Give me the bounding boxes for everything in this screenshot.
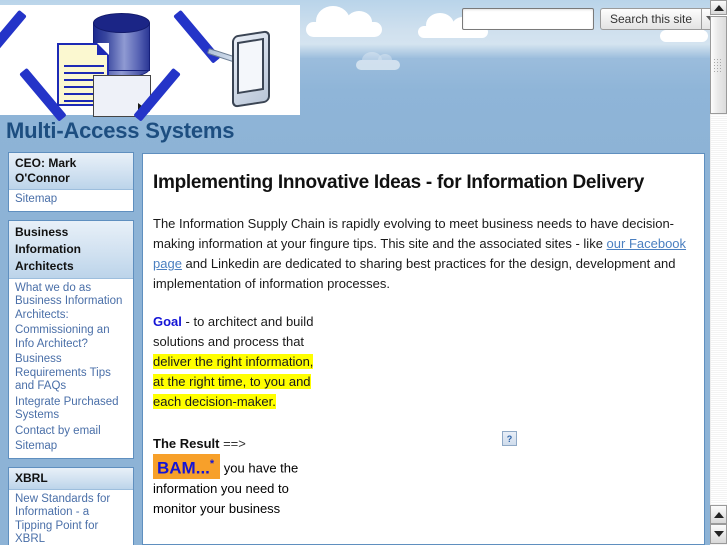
sidebar-item-new-standards[interactable]: New Standards for Information - a Tippin… — [9, 492, 133, 545]
sidebar-group-links: New Standards for Information - a Tippin… — [9, 490, 133, 545]
bam-badge: BAM...* — [153, 454, 221, 479]
left-chevron-icon — [0, 9, 27, 64]
goal-text-highlighted: deliver the right information, at the ri… — [153, 354, 314, 409]
sidebar-group-header: CEO: Mark O'Connor — [9, 153, 133, 190]
database-cylinder-icon — [93, 13, 150, 33]
scroll-up-arrow-icon — [713, 4, 724, 11]
goal-block: Goal - to architect and build solutions … — [153, 312, 315, 412]
sidebar-group-links: What we do as Business Information Archi… — [9, 279, 133, 458]
sidebar-item-commissioning[interactable]: Commissioning an Info Architect? — [9, 323, 133, 352]
intro-text-part2: and Linkedin are dedicated to sharing be… — [153, 256, 676, 291]
cloud-decoration — [660, 19, 708, 42]
scroll-down-arrow-icon — [713, 531, 724, 537]
result-arrow: ==> — [223, 436, 246, 451]
page-title: Implementing Innovative Ideas - for Info… — [153, 172, 645, 193]
search-options-dropdown[interactable] — [701, 8, 710, 30]
logo-artwork — [0, 5, 300, 122]
bam-footnote-marker: * — [209, 458, 215, 470]
sidebar-navigation: CEO: Mark O'Connor Sitemap Business Info… — [8, 152, 134, 545]
sidebar-item-sitemap[interactable]: Sitemap — [9, 439, 133, 455]
site-search: Search this site — [462, 8, 710, 30]
search-input[interactable] — [462, 8, 594, 30]
goal-label: Goal — [153, 314, 182, 329]
bam-text: BAM... — [157, 458, 210, 478]
site-logo[interactable] — [0, 5, 300, 122]
scrollbar-up-button-bottom[interactable] — [710, 505, 727, 524]
site-header-banner: Multi-Access Systems Search this site — [0, 0, 710, 152]
result-label: The Result — [153, 436, 220, 451]
sidebar-group-links: Sitemap — [9, 190, 133, 211]
sidebar-item-business-requirements[interactable]: Business Requirements Tips and FAQs — [9, 352, 133, 395]
sidebar-item-sitemap[interactable]: Sitemap — [9, 192, 133, 208]
sidebar-item-what-we-do[interactable]: What we do as Business Information Archi… — [9, 281, 133, 324]
main-content: Implementing Innovative Ideas - for Info… — [142, 153, 705, 545]
sidebar-group-xbrl: XBRL New Standards for Information - a T… — [8, 466, 134, 545]
search-button[interactable]: Search this site — [600, 8, 702, 30]
site-title: Multi-Access Systems — [6, 118, 235, 143]
sidebar-group-ceo: CEO: Mark O'Connor Sitemap — [8, 152, 134, 212]
content-inner: Implementing Innovative Ideas - for Info… — [143, 154, 704, 519]
sidebar-group-header: XBRL — [9, 467, 133, 490]
sidebar-item-integrate-systems[interactable]: Integrate Purchased Systems — [9, 395, 133, 424]
browser-page: Multi-Access Systems Search this site CE… — [0, 0, 727, 545]
sidebar-group-bia: Business Information Architects What we … — [8, 219, 134, 459]
page-body: CEO: Mark O'Connor Sitemap Business Info… — [0, 152, 710, 545]
tablet-screen-icon — [237, 37, 264, 95]
cloud-decoration — [306, 6, 382, 37]
broken-image-icon[interactable]: ? — [502, 431, 517, 446]
intro-paragraph: The Information Supply Chain is rapidly … — [153, 214, 690, 294]
sidebar-item-contact-email[interactable]: Contact by email — [9, 424, 133, 440]
result-block: The Result ==> BAM...* you have the info… — [153, 434, 328, 519]
intro-text-part1: The Information Supply Chain is rapidly … — [153, 216, 675, 251]
scrollbar-thumb[interactable] — [710, 16, 727, 114]
sidebar-group-header: Business Information Architects — [9, 220, 133, 279]
cloud-decoration — [356, 52, 400, 70]
scrollbar-up-button[interactable] — [710, 0, 727, 15]
scrollbar-grip-icon — [714, 57, 723, 74]
scrollbar-down-button[interactable] — [710, 524, 727, 544]
scroll-up-arrow-icon — [713, 511, 724, 518]
